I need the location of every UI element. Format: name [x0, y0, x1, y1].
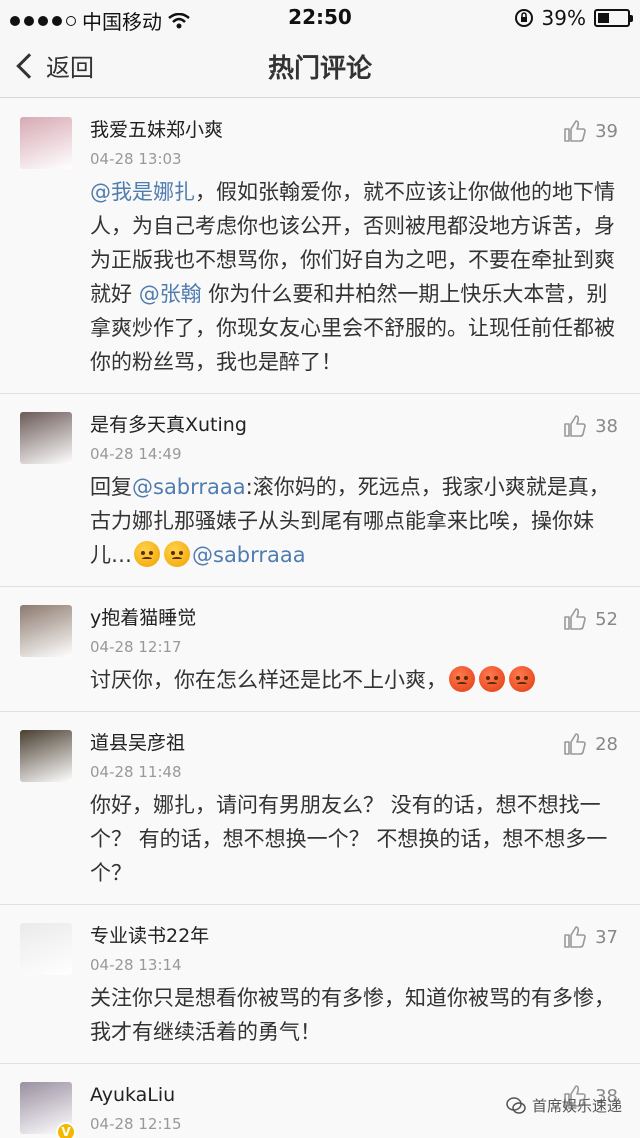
thumbs-up-icon — [564, 608, 586, 630]
comment-time: 04-28 13:03 — [90, 150, 182, 168]
thumbs-up-icon — [564, 120, 586, 142]
angry-face-icon — [164, 541, 190, 567]
comment-username[interactable]: 专业读书22年 — [90, 923, 616, 949]
avatar[interactable] — [20, 730, 72, 782]
mention-link[interactable]: @我是娜扎 — [90, 180, 195, 204]
rage-face-icon — [479, 666, 505, 692]
angry-face-icon — [134, 541, 160, 567]
like-count: 28 — [595, 733, 618, 755]
wechat-icon — [506, 1096, 526, 1114]
mention-link[interactable]: @sabrraaa — [132, 475, 246, 499]
like-count: 39 — [595, 120, 618, 142]
comment-item[interactable]: 道县吴彦祖 04-28 11:48 你好，娜扎，请问有男朋友么？ 没有的话，想不想找… — [0, 712, 640, 905]
comment-item[interactable]: y抱着猫睡觉 04-28 12:17 讨厌你，你在怎么样还是比不上小爽， 52 — [0, 587, 640, 712]
rage-face-icon — [449, 666, 475, 692]
comment-item[interactable]: 我爱五妹郑小爽 04-28 13:03 @我是娜扎，假如张翰爱你，就不应该让你做他的… — [0, 99, 640, 394]
comment-text: 讨厌你，你在怎么样还是比不上小爽， — [90, 663, 616, 697]
mention-link[interactable]: @sabrraaa — [192, 543, 306, 567]
like-count: 52 — [595, 608, 618, 630]
comment-text-segment: 回复 — [90, 475, 132, 499]
status-right: 39% — [514, 6, 633, 30]
status-bar: 中国移动 22:50 39% — [0, 0, 640, 36]
comment-time: 04-28 12:15 — [90, 1115, 182, 1133]
comment-list: 我爱五妹郑小爽 04-28 13:03 @我是娜扎，假如张翰爱你，就不应该让你做他的… — [0, 99, 640, 1138]
comment-text: @我是娜扎，假如张翰爱你，就不应该让你做他的地下情人，为自己考虑你也该公开，否则… — [90, 175, 616, 379]
comment-time: 04-28 14:49 — [90, 445, 182, 463]
watermark-label: 首席娱乐速递 — [531, 1097, 622, 1115]
avatar[interactable] — [20, 605, 72, 657]
comment-item[interactable]: 专业读书22年 04-28 13:14 关注你只是想看你被骂的有多惨，知道你被骂的有… — [0, 905, 640, 1064]
page-title: 热门评论 — [267, 54, 372, 84]
comment-time: 04-28 11:48 — [90, 763, 182, 781]
verified-badge-icon: V — [56, 1122, 76, 1138]
comment-text-segment: 讨厌你，你在怎么样还是比不上小爽， — [90, 668, 447, 692]
comment-text-segment: 你好，娜扎，请问有男朋友么？ 没有的话，想不想找一个？ 有的话，想不想换一个？ … — [90, 793, 608, 885]
avatar[interactable] — [20, 412, 72, 464]
comment-username[interactable]: y抱着猫睡觉 — [90, 605, 616, 631]
comment-text: 回复@sabrraaa:滚你妈的，死远点，我家小爽就是真，古力娜扎那骚婊子从头到… — [90, 470, 616, 572]
comment-text: 你好，娜扎，请问有男朋友么？ 没有的话，想不想找一个？ 有的话，想不想换一个？ … — [90, 788, 616, 890]
like-count: 38 — [595, 415, 618, 437]
rage-face-icon — [509, 666, 535, 692]
comment-time: 04-28 12:17 — [90, 638, 182, 656]
avatar[interactable] — [20, 117, 72, 169]
thumbs-up-icon — [564, 415, 586, 437]
comment-username[interactable]: 我爱五妹郑小爽 — [90, 117, 616, 143]
like-button[interactable]: 52 — [563, 607, 618, 631]
mention-link[interactable]: @张翰 — [139, 282, 202, 306]
watermark: 首席娱乐速递 — [506, 1095, 622, 1116]
thumbs-up-icon — [564, 733, 586, 755]
like-button[interactable]: 28 — [563, 732, 618, 756]
comment-username[interactable]: 道县吴彦祖 — [90, 730, 616, 756]
battery-percent: 39% — [541, 6, 586, 30]
comment-text: 关注你只是想看你被骂的有多惨，知道你被骂的有多惨，我才有继续活着的勇气！ — [90, 981, 616, 1049]
like-button[interactable]: 37 — [563, 925, 618, 949]
nav-bar: 返回 热门评论 — [0, 36, 640, 98]
rotation-lock-icon — [514, 9, 533, 27]
like-count: 37 — [595, 926, 618, 948]
like-button[interactable]: 39 — [563, 119, 618, 143]
thumbs-up-icon — [564, 926, 586, 948]
comment-username[interactable]: 是有多天真Xuting — [90, 412, 616, 438]
battery-icon — [594, 9, 633, 27]
comment-time: 04-28 13:14 — [90, 956, 182, 974]
comment-item[interactable]: 是有多天真Xuting 04-28 14:49 回复@sabrraaa:滚你妈的，死… — [0, 394, 640, 587]
comment-text-segment: 关注你只是想看你被骂的有多惨，知道你被骂的有多惨，我才有继续活着的勇气！ — [90, 986, 615, 1044]
like-button[interactable]: 38 — [563, 414, 618, 438]
avatar[interactable] — [20, 923, 72, 975]
